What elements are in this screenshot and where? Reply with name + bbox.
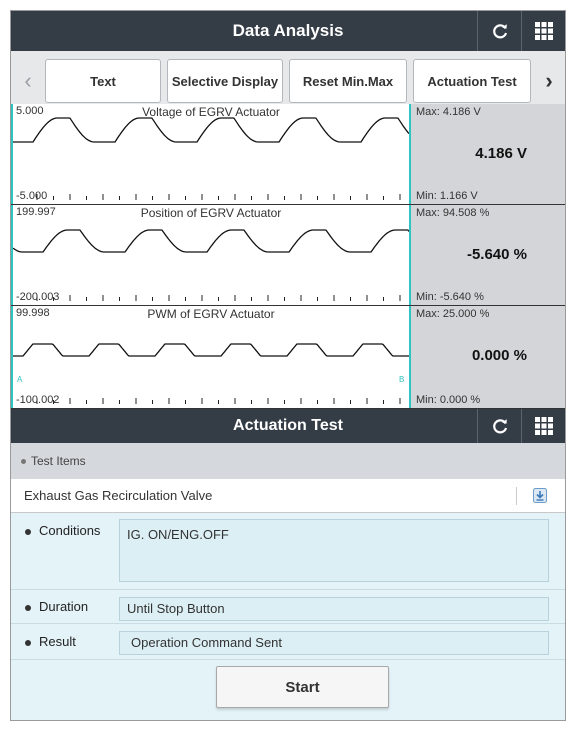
result-value: Operation Command Sent	[119, 631, 549, 655]
min-value: Min: -5.640 %	[416, 291, 484, 303]
function-tab-bar: ‹ Text Selective Display Reset Min.Max A…	[11, 51, 565, 111]
graph-top-value: 5.000	[16, 105, 44, 117]
bullet-icon	[25, 604, 31, 611]
current-value: -5.640 %	[466, 246, 527, 263]
divider	[516, 487, 517, 505]
test-item-row[interactable]: Exhaust Gas Recirculation Valve	[11, 479, 565, 513]
tab-reset-min-max[interactable]: Reset Min.Max	[289, 59, 407, 103]
graph-value-panel: Max: 94.508 % -5.640 % Min: -5.640 %	[411, 205, 565, 305]
position-waveform	[13, 229, 409, 301]
bullet-icon	[21, 459, 26, 465]
chevron-left-icon: ‹	[24, 68, 32, 93]
actuation-grid-button[interactable]	[521, 409, 565, 443]
max-value: Max: 25.000 %	[416, 308, 490, 320]
scroll-right-button[interactable]: ›	[537, 66, 561, 96]
graph-name: PWM of EGRV Actuator	[147, 307, 275, 321]
graph-bottom-value: -200.003	[16, 291, 60, 303]
graph-value-panel: Max: 25.000 % 0.000 % Min: 0.000 %	[411, 306, 565, 408]
graph-name: Voltage of EGRV Actuator	[142, 105, 280, 119]
graph-plot[interactable]: Position of EGRV Actuator 199.997 -200.0…	[11, 205, 411, 305]
grid-menu-icon	[534, 417, 553, 435]
bullet-icon	[25, 528, 31, 535]
max-value: Max: 4.186 V	[416, 106, 481, 118]
graph-voltage[interactable]: Voltage of EGRV Actuator 5.000 -5.000 Ma…	[11, 104, 565, 205]
duration-value: Until Stop Button	[119, 597, 549, 621]
graph-bottom-value: -5.000	[16, 190, 48, 202]
graph-bottom-value: -100.002	[16, 394, 60, 406]
max-value: Max: 94.508 %	[416, 207, 490, 219]
cursor-a-marker: A	[17, 375, 23, 384]
conditions-row: Conditions IG. ON/ENG.OFF	[11, 513, 565, 590]
app-frame: Data Analysis ‹ Text Selective Display R…	[10, 10, 566, 721]
test-items-label: Test Items	[31, 454, 86, 468]
tab-text[interactable]: Text	[45, 59, 161, 103]
graph-position[interactable]: Position of EGRV Actuator 199.997 -200.0…	[11, 205, 565, 306]
test-item-name: Exhaust Gas Recirculation Valve	[24, 488, 213, 503]
chevron-right-icon: ›	[545, 68, 553, 93]
duration-row: Duration Until Stop Button	[11, 590, 565, 624]
data-analysis-header: Data Analysis	[11, 11, 565, 51]
start-button[interactable]: Start	[216, 666, 389, 708]
grid-menu-button[interactable]	[521, 11, 565, 51]
grid-menu-icon	[534, 22, 553, 40]
download-icon[interactable]	[533, 488, 547, 503]
test-items-section: Test Items	[11, 443, 565, 479]
duration-label: Duration	[39, 599, 89, 614]
actuation-test-header: Actuation Test	[11, 409, 565, 443]
graph-plot[interactable]: PWM of EGRV Actuator 99.998 -100.002 A B	[11, 306, 411, 408]
graph-top-value: 199.997	[16, 206, 56, 218]
voltage-waveform	[13, 117, 409, 200]
pwm-waveform	[13, 343, 409, 404]
current-value: 4.186 V	[475, 145, 527, 162]
graph-name: Position of EGRV Actuator	[140, 206, 282, 220]
refresh-button[interactable]	[477, 11, 521, 51]
bullet-icon	[25, 639, 31, 646]
min-value: Min: 1.166 V	[416, 190, 478, 202]
result-row: Result Operation Command Sent	[11, 624, 565, 660]
min-value: Min: 0.000 %	[416, 394, 481, 406]
refresh-icon	[492, 419, 507, 434]
tab-selective-display[interactable]: Selective Display	[167, 59, 283, 103]
conditions-label: Conditions	[39, 523, 101, 538]
cursor-b-marker: B	[399, 375, 405, 384]
graph-top-value: 99.998	[16, 307, 50, 319]
actuation-refresh-button[interactable]	[477, 409, 521, 443]
result-label: Result	[39, 634, 76, 649]
tab-actuation-test[interactable]: Actuation Test	[413, 59, 531, 103]
graph-pwm[interactable]: PWM of EGRV Actuator 99.998 -100.002 A B…	[11, 306, 565, 409]
scroll-left-button[interactable]: ‹	[16, 66, 40, 96]
graph-value-panel: Max: 4.186 V 4.186 V Min: 1.166 V	[411, 104, 565, 204]
graph-plot[interactable]: Voltage of EGRV Actuator 5.000 -5.000	[11, 104, 411, 204]
conditions-value: IG. ON/ENG.OFF	[119, 519, 549, 582]
refresh-icon	[492, 24, 507, 39]
current-value: 0.000 %	[471, 347, 527, 364]
